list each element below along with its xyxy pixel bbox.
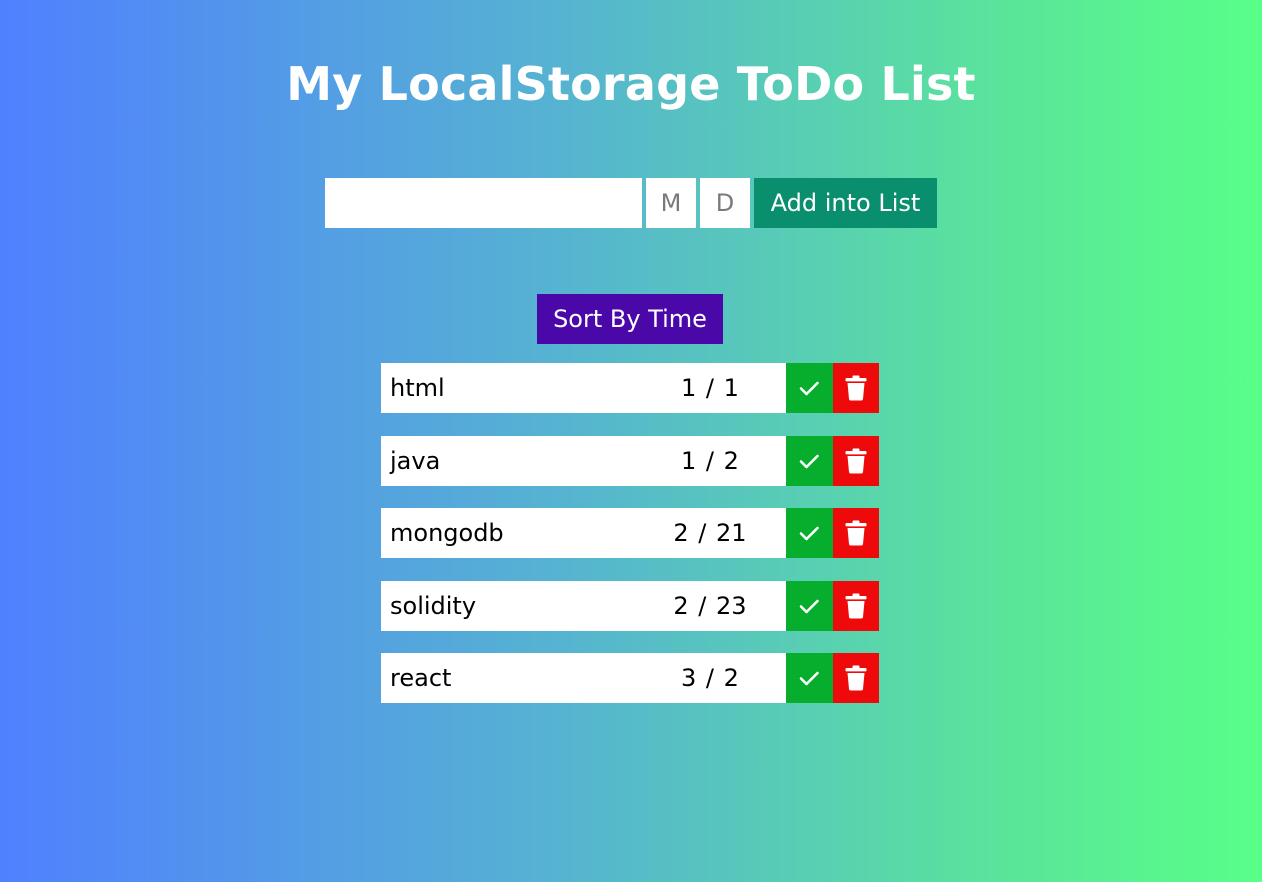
add-todo-form: Add into List bbox=[325, 178, 937, 228]
todo-date: 3 / 2 bbox=[680, 664, 739, 692]
todo-text: react bbox=[390, 664, 452, 692]
delete-button[interactable] bbox=[832, 363, 879, 413]
todo-content: html 1 / 1 bbox=[381, 363, 786, 413]
todo-item: java 1 / 2 bbox=[381, 435, 879, 486]
todo-date: 1 / 2 bbox=[680, 446, 739, 475]
complete-button[interactable] bbox=[786, 508, 833, 558]
task-input[interactable] bbox=[325, 178, 642, 228]
todo-text: solidity bbox=[390, 591, 477, 620]
add-into-list-button[interactable]: Add into List bbox=[754, 178, 937, 228]
check-icon bbox=[799, 599, 820, 613]
todo-text: java bbox=[390, 446, 441, 475]
day-input[interactable] bbox=[700, 178, 750, 228]
delete-button[interactable] bbox=[832, 653, 879, 703]
complete-button[interactable] bbox=[786, 653, 833, 703]
todo-text: mongodb bbox=[390, 519, 504, 547]
check-icon bbox=[799, 671, 820, 686]
todo-content: mongodb 2 / 21 bbox=[381, 508, 786, 558]
todo-date: 1 / 1 bbox=[680, 374, 739, 402]
delete-button[interactable] bbox=[832, 435, 879, 486]
delete-button[interactable] bbox=[832, 580, 879, 631]
todo-item: react 3 / 2 bbox=[381, 653, 879, 703]
todo-content: react 3 / 2 bbox=[381, 653, 786, 703]
todo-item: solidity 2 / 23 bbox=[381, 580, 879, 631]
delete-button[interactable] bbox=[832, 508, 879, 558]
todo-date: 2 / 21 bbox=[673, 519, 747, 547]
complete-button[interactable] bbox=[786, 580, 833, 631]
sort-by-time-button[interactable]: Sort By Time bbox=[537, 294, 723, 344]
trash-icon bbox=[845, 520, 867, 546]
complete-button[interactable] bbox=[786, 363, 833, 413]
todo-text: html bbox=[390, 374, 445, 402]
trash-icon bbox=[845, 593, 867, 618]
check-icon bbox=[799, 381, 820, 396]
trash-icon bbox=[845, 665, 867, 691]
check-icon bbox=[799, 526, 820, 541]
page-title: My LocalStorage ToDo List bbox=[286, 57, 976, 111]
todo-content: java 1 / 2 bbox=[381, 435, 786, 486]
trash-icon bbox=[845, 448, 867, 473]
todo-list: html 1 / 1 java 1 / 2 mongodb 2 / 21 sol… bbox=[381, 363, 879, 726]
month-input[interactable] bbox=[646, 178, 696, 228]
complete-button[interactable] bbox=[786, 435, 833, 486]
todo-date: 2 / 23 bbox=[673, 591, 747, 620]
todo-item: mongodb 2 / 21 bbox=[381, 508, 879, 558]
check-icon bbox=[799, 454, 820, 468]
todo-item: html 1 / 1 bbox=[381, 363, 879, 413]
todo-content: solidity 2 / 23 bbox=[381, 580, 786, 631]
trash-icon bbox=[845, 375, 867, 401]
